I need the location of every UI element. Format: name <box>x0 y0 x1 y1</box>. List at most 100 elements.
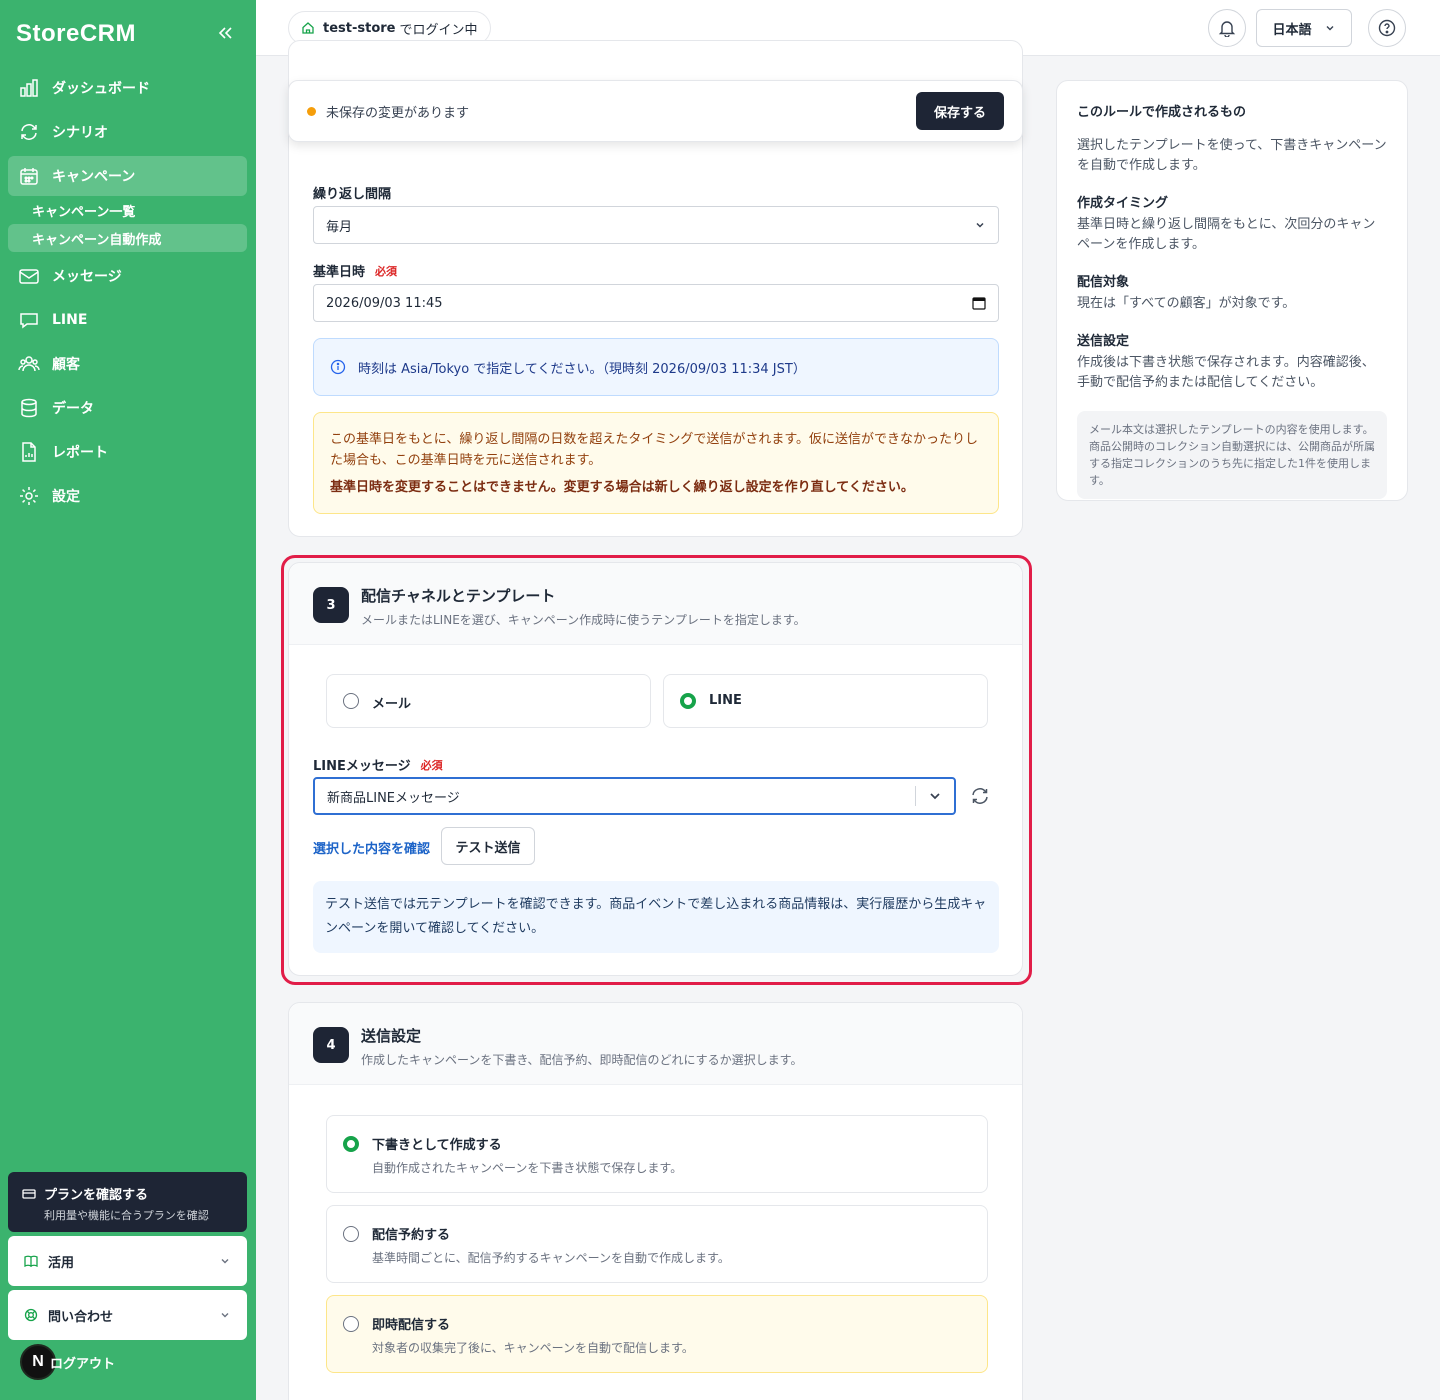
base-date-warning: この基準日をもとに、繰り返し間隔の日数を超えたタイミングで送信がされます。仮に送… <box>313 412 999 514</box>
language-select[interactable]: 日本語 <box>1256 9 1352 47</box>
option-description: 対象者の収集完了後に、キャンペーンを自動で配信します。 <box>372 1341 694 1355</box>
interval-select[interactable]: 毎月 <box>313 206 999 244</box>
nav-label: LINE <box>52 312 88 328</box>
bell-icon <box>1218 19 1236 37</box>
nav-report[interactable]: レポート <box>8 432 247 472</box>
nav-label: ダッシュボード <box>52 81 150 97</box>
credit-card-icon <box>22 1187 36 1201</box>
interval-value: 毎月 <box>326 219 353 235</box>
base-date-input[interactable]: 2026/09/03 11:45 <box>313 284 999 322</box>
collapse-sidebar-icon[interactable] <box>214 22 236 44</box>
help-icon <box>1378 19 1396 37</box>
option-description: 自動作成されたキャンペーンを下書き状態で保存します。 <box>372 1161 683 1175</box>
book-icon <box>24 1254 38 1268</box>
warning-text: この基準日をもとに、繰り返し間隔の日数を超えたタイミングで送信がされます。仮に送… <box>330 432 979 468</box>
calendar-picker-icon[interactable] <box>972 296 986 310</box>
base-date-label: 基準日時 必須 <box>313 264 398 281</box>
panel-text: 現在は「すべての顧客」が対象です。 <box>1077 296 1296 311</box>
base-date-value: 2026/09/03 11:45 <box>326 295 443 311</box>
nav-label: レポート <box>52 445 108 461</box>
step-description: 作成したキャンペーンを下書き、配信予約、即時配信のどれにするか選択します。 <box>361 1053 803 1067</box>
subnav-campaign-list[interactable]: キャンペーン一覧 <box>8 196 247 224</box>
panel-heading: 配信対象 <box>1077 275 1130 290</box>
info-icon <box>330 359 346 375</box>
option-label: 配信予約する <box>372 1228 451 1243</box>
chevron-down-icon <box>974 219 986 231</box>
radio-immediate[interactable] <box>343 1316 359 1332</box>
nav-label: 顧客 <box>52 357 80 373</box>
required-badge: 必須 <box>375 264 398 278</box>
highlight-frame <box>281 555 1032 985</box>
send-option-draft[interactable]: 下書きとして作成する 自動作成されたキャンペーンを下書き状態で保存します。 <box>326 1115 988 1193</box>
step-title: 送信設定 <box>361 1027 422 1045</box>
radio-schedule[interactable] <box>343 1226 359 1242</box>
save-button[interactable]: 保存する <box>915 92 1004 130</box>
chart-bar-icon <box>18 77 40 99</box>
logout-label: ログアウト <box>50 1356 116 1372</box>
timezone-note: 時刻は Asia/Tokyo で指定してください。（現時刻 2026/09/03… <box>313 338 999 396</box>
sidebar: StoreCRM ダッシュボード シナリオ キャンペーン キャンペーン一覧 キャ… <box>0 0 256 1400</box>
mail-icon <box>18 265 40 287</box>
nav-label: データ <box>52 401 94 417</box>
nav-scenario[interactable]: シナリオ <box>8 112 247 152</box>
refresh-icon <box>18 121 40 143</box>
nav-data[interactable]: データ <box>8 388 247 428</box>
plan-subtitle: 利用量や機能に合うプランを確認 <box>44 1209 209 1222</box>
guide-label: 活用 <box>48 1255 75 1271</box>
language-label: 日本語 <box>1272 22 1312 38</box>
store-name: test-store <box>323 20 396 36</box>
option-label: 下書きとして作成する <box>372 1138 502 1153</box>
timezone-note-text: 時刻は Asia/Tokyo で指定してください。（現時刻 2026/09/03… <box>358 361 806 377</box>
nav-customers[interactable]: 顧客 <box>8 344 247 384</box>
nav-label: シナリオ <box>52 125 108 141</box>
users-icon <box>18 353 40 375</box>
subnav-campaign-auto[interactable]: キャンペーン自動作成 <box>8 224 247 252</box>
panel-text: 作成後は下書き状態で保存されます。内容確認後、手動で配信予約または配信してくださ… <box>1077 355 1375 390</box>
guide-dropdown[interactable]: 活用 <box>8 1236 247 1286</box>
nav-label: キャンペーン <box>52 169 136 185</box>
interval-label: 繰り返し間隔 <box>313 187 392 202</box>
step-number: 4 <box>313 1027 349 1063</box>
plan-button[interactable]: プランを確認する 利用量や機能に合うプランを確認 <box>8 1172 247 1232</box>
store-suffix: でログイン中 <box>399 22 478 38</box>
step-header: 4 送信設定 作成したキャンペーンを下書き、配信予約、即時配信のどれにするか選択… <box>289 1003 1022 1085</box>
calendar-icon <box>18 165 40 187</box>
notification-button[interactable] <box>1208 9 1246 47</box>
panel-text: 基準日時と繰り返し間隔をもとに、次回分のキャンペーンを作成します。 <box>1077 217 1376 252</box>
rule-summary-panel: このルールで作成されるもの 選択したテンプレートを使って、下書きキャンペーンを自… <box>1056 80 1408 501</box>
chevron-down-icon <box>219 1255 231 1267</box>
radio-draft[interactable] <box>343 1136 359 1152</box>
panel-heading: 送信設定 <box>1077 334 1130 349</box>
send-option-schedule[interactable]: 配信予約する 基準時間ごとに、配信予約するキャンペーンを自動で作成します。 <box>326 1205 988 1283</box>
nav-settings[interactable]: 設定 <box>8 476 247 516</box>
contact-dropdown[interactable]: 問い合わせ <box>8 1290 247 1340</box>
nav-dashboard[interactable]: ダッシュボード <box>8 68 247 108</box>
warning-strong-text: 基準日時を変更することはできません。変更する場合は新しく繰り返し設定を作り直して… <box>330 480 914 495</box>
contact-label: 問い合わせ <box>48 1309 114 1325</box>
unsaved-banner: 未保存の変更があります 保存する <box>288 80 1023 142</box>
plan-title: プランを確認する <box>44 1188 149 1203</box>
brand-logo: StoreCRM <box>16 20 137 47</box>
send-option-immediate[interactable]: 即時配信する 対象者の収集完了後に、キャンペーンを自動で配信します。 <box>326 1295 988 1373</box>
home-icon <box>301 21 315 35</box>
chat-icon <box>18 309 40 331</box>
nav-message[interactable]: メッセージ <box>8 256 247 296</box>
report-icon <box>18 441 40 463</box>
unsaved-text: 未保存の変更があります <box>326 105 470 121</box>
chevron-down-icon <box>1324 22 1336 34</box>
panel-title: このルールで作成されるもの <box>1077 105 1247 120</box>
support-icon <box>24 1308 38 1322</box>
send-settings-card: 4 送信設定 作成したキャンペーンを下書き、配信予約、即時配信のどれにするか選択… <box>288 1002 1023 1400</box>
nav-campaign[interactable]: キャンペーン <box>8 156 247 196</box>
database-icon <box>18 397 40 419</box>
option-description: 基準時間ごとに、配信予約するキャンペーンを自動で作成します。 <box>372 1251 730 1265</box>
logout-button[interactable]: N ログアウト <box>20 1344 115 1380</box>
help-button[interactable] <box>1368 9 1406 47</box>
option-label: 即時配信する <box>372 1318 451 1333</box>
chevron-down-icon <box>219 1309 231 1321</box>
nav-line[interactable]: LINE <box>8 300 247 340</box>
unsaved-dot <box>307 106 316 116</box>
panel-heading: 作成タイミング <box>1077 196 1169 211</box>
gear-icon <box>18 485 40 507</box>
panel-note: メール本文は選択したテンプレートの内容を使用します。商品公開時のコレクション自動… <box>1077 411 1387 499</box>
